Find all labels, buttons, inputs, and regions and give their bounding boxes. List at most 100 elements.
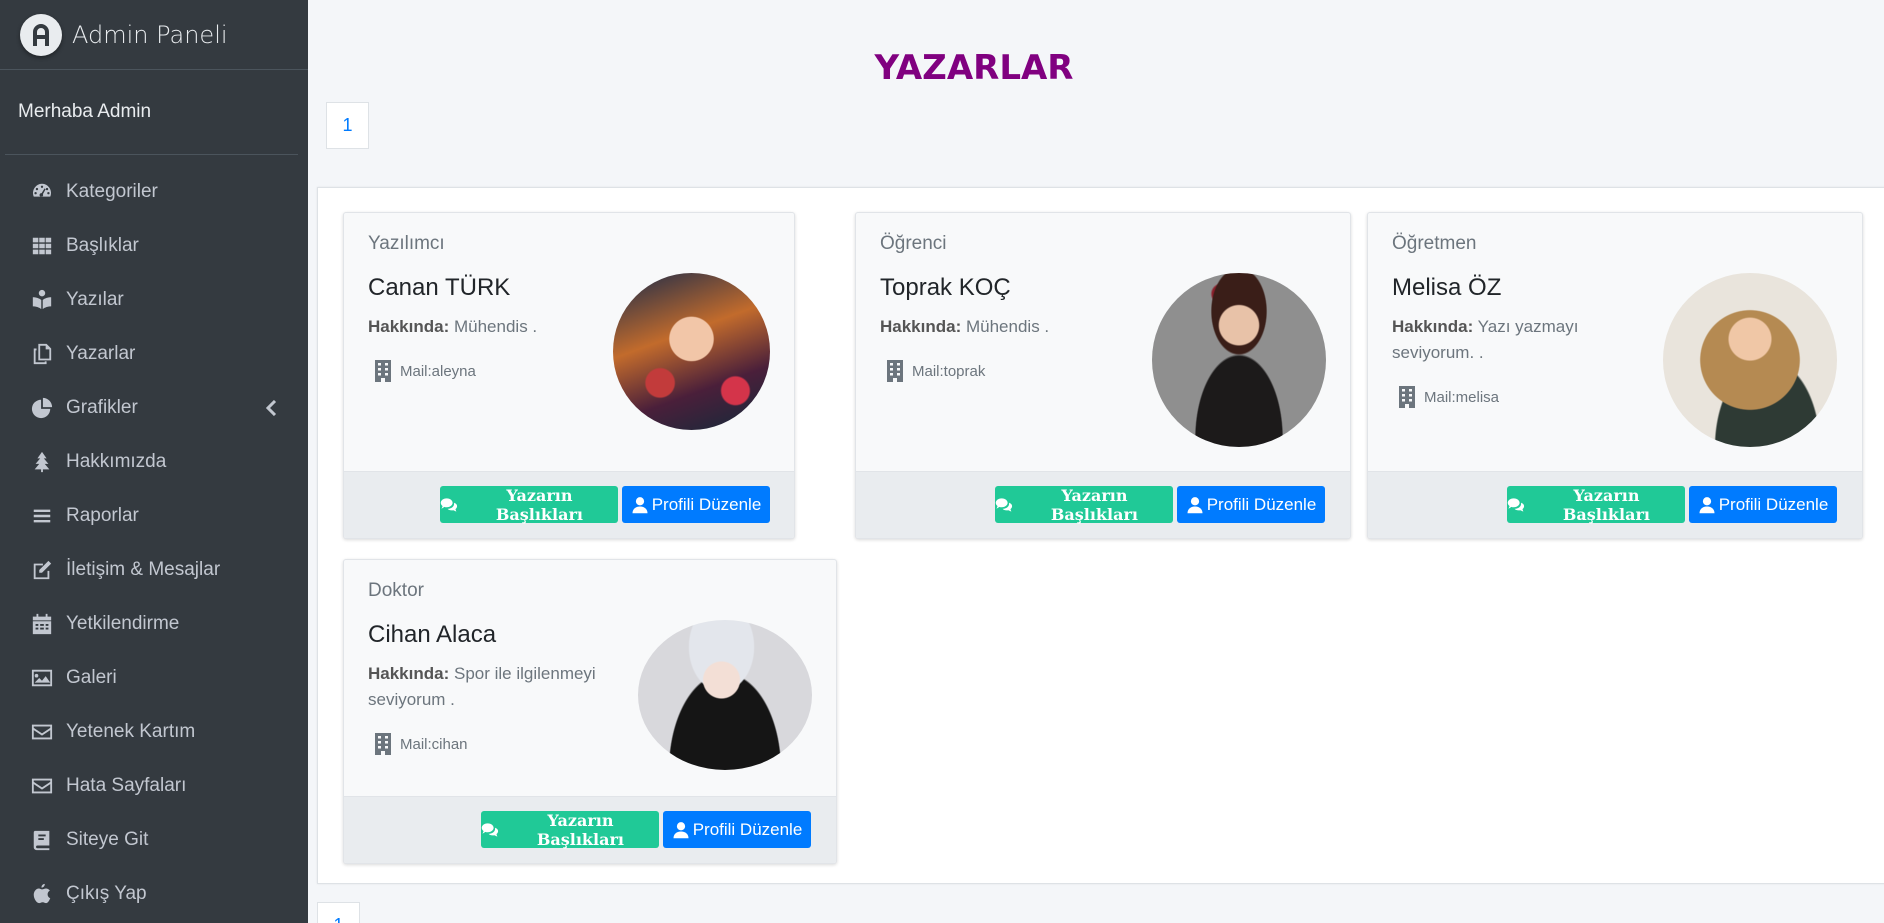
author-role: Yazılımcı: [368, 233, 445, 254]
sidebar-item-label: Hata Sayfaları: [66, 775, 187, 796]
author-mail: Mail:melisa: [1398, 386, 1499, 408]
comments-icon: [481, 822, 499, 837]
button-label: Yazarın Başlıkları: [1050, 485, 1138, 524]
envelope-icon: [30, 720, 54, 744]
button-label: Profili Düzenle: [1206, 494, 1317, 514]
mail-text: Mail:toprak: [912, 362, 986, 380]
author-card: Öğrenci Toprak KOÇ Hakkında: Mühendis . …: [855, 212, 1351, 539]
comments-icon: [1507, 497, 1525, 512]
building-icon: [887, 360, 903, 382]
author-name: Toprak KOÇ: [880, 274, 1011, 301]
building-icon: [375, 733, 391, 755]
button-label: Yazarın Başlıkları: [536, 810, 624, 849]
author-mail: Mail:cihan: [374, 733, 468, 755]
sidebar-item-label: Yazılar: [66, 289, 124, 310]
edit-profile-button[interactable]: Profili Düzenle: [663, 811, 811, 848]
apple-icon: [30, 882, 54, 906]
sidebar-item-hata-sayfalari[interactable]: Hata Sayfaları: [0, 759, 308, 813]
about-label: Hakkında:: [368, 317, 450, 336]
user-icon: [1187, 496, 1203, 513]
sidebar-item-label: İletişim & Mesajlar: [66, 559, 221, 580]
sidebar-nav: Kategoriler Başlıklar Yazılar Yazarlar G…: [0, 155, 308, 921]
button-label: Profili Düzenle: [692, 819, 803, 839]
image-icon: [30, 666, 54, 690]
author-titles-button[interactable]: Yazarın Başlıkları: [440, 485, 618, 524]
author-titles-button[interactable]: Yazarın Başlıkları: [995, 485, 1173, 524]
brand-text: Admin Paneli: [72, 20, 228, 49]
sidebar-item-galeri[interactable]: Galeri: [0, 651, 308, 705]
author-card: Öğretmen Melisa ÖZ Hakkında: Yazı yazmay…: [1367, 212, 1863, 539]
authors-container: Yazılımcı Canan TÜRK Hakkında: Mühendis …: [317, 187, 1884, 884]
card-footer: Yazarın Başlıkları Profili Düzenle: [344, 796, 836, 863]
envelope-icon: [30, 774, 54, 798]
book-reader-icon: [30, 288, 54, 312]
edit-profile-button[interactable]: Profili Düzenle: [1177, 486, 1325, 523]
card-footer: Yazarın Başlıkları Profili Düzenle: [856, 471, 1350, 538]
pagination-page-1[interactable]: 1: [326, 102, 369, 149]
pie-chart-icon: [30, 396, 54, 420]
brand-logo-icon: [20, 13, 62, 56]
sidebar-item-label: Hakkımızda: [66, 451, 167, 472]
author-about: Hakkında: Spor ile ilgilenmeyi seviyorum…: [368, 661, 608, 713]
pagination-page-1-bottom[interactable]: 1: [317, 902, 360, 923]
author-role: Öğretmen: [1392, 233, 1477, 254]
comments-icon: [995, 497, 1013, 512]
about-text: Mühendis .: [453, 317, 538, 336]
book-icon: [30, 828, 54, 852]
sidebar-item-kategoriler[interactable]: Kategoriler: [0, 165, 308, 219]
sidebar-item-label: Yetkilendirme: [66, 613, 180, 634]
sidebar-item-label: Grafikler: [66, 397, 138, 418]
sidebar-item-grafikler[interactable]: Grafikler: [0, 381, 308, 435]
sidebar-item-yazilar[interactable]: Yazılar: [0, 273, 308, 327]
about-label: Hakkında:: [880, 317, 962, 336]
grid-icon: [30, 234, 54, 258]
sidebar-item-label: Siteye Git: [66, 829, 149, 850]
author-role: Öğrenci: [880, 233, 947, 254]
user-icon: [632, 496, 648, 513]
author-name: Cihan Alaca: [368, 621, 497, 648]
button-label: Yazarın Başlıkları: [1562, 485, 1650, 524]
edit-icon: [30, 558, 54, 582]
comments-icon: [440, 497, 458, 512]
mail-text: Mail:aleyna: [400, 362, 476, 380]
sidebar-item-hakkimizda[interactable]: Hakkımızda: [0, 435, 308, 489]
sidebar-item-label: Galeri: [66, 667, 117, 688]
author-card: Doktor Cihan Alaca Hakkında: Spor ile il…: [343, 559, 837, 864]
sidebar-item-raporlar[interactable]: Raporlar: [0, 489, 308, 543]
building-icon: [375, 360, 391, 382]
sidebar-item-label: Raporlar: [66, 505, 139, 526]
author-card: Yazılımcı Canan TÜRK Hakkında: Mühendis …: [343, 212, 795, 539]
sidebar-item-iletisim[interactable]: İletişim & Mesajlar: [0, 543, 308, 597]
mail-text: Mail:melisa: [1424, 388, 1500, 406]
author-about: Hakkında: Yazı yazmayı seviyorum. .: [1392, 314, 1592, 366]
sidebar-item-yetenek-kartim[interactable]: Yetenek Kartım: [0, 705, 308, 759]
edit-profile-button[interactable]: Profili Düzenle: [622, 486, 770, 523]
author-avatar: [1663, 273, 1837, 447]
sidebar-item-label: Yetenek Kartım: [66, 721, 196, 742]
sidebar: Admin Paneli Merhaba Admin Kategoriler B…: [0, 0, 308, 923]
edit-profile-button[interactable]: Profili Düzenle: [1689, 486, 1837, 523]
sidebar-item-cikis-yap[interactable]: Çıkış Yap: [0, 867, 308, 921]
user-panel[interactable]: Merhaba Admin: [5, 70, 298, 155]
author-avatar: [613, 273, 770, 430]
sidebar-item-yetkilendirme[interactable]: Yetkilendirme: [0, 597, 308, 651]
sidebar-item-basliklar[interactable]: Başlıklar: [0, 219, 308, 273]
button-label: Profili Düzenle: [1718, 494, 1829, 514]
button-label: Yazarın Başlıkları: [495, 485, 583, 524]
main-content: YAZARLAR 1 Yazılımcı Canan TÜRK Hakkında…: [308, 0, 1884, 923]
sidebar-item-siteye-git[interactable]: Siteye Git: [0, 813, 308, 867]
author-avatar: [1152, 273, 1326, 447]
copy-icon: [30, 342, 54, 366]
author-titles-button[interactable]: Yazarın Başlıkları: [481, 810, 659, 849]
user-icon: [673, 821, 689, 838]
chevron-left-icon[interactable]: [265, 399, 278, 422]
user-icon: [1699, 496, 1715, 513]
brand-link[interactable]: Admin Paneli: [0, 0, 308, 70]
sidebar-item-yazarlar[interactable]: Yazarlar: [0, 327, 308, 381]
sidebar-item-label: Kategoriler: [66, 181, 158, 202]
card-footer: Yazarın Başlıkları Profili Düzenle: [344, 471, 794, 538]
author-titles-button[interactable]: Yazarın Başlıkları: [1507, 485, 1685, 524]
tree-icon: [30, 450, 54, 474]
author-name: Canan TÜRK: [368, 274, 511, 301]
author-about: Hakkında: Mühendis .: [368, 314, 568, 340]
